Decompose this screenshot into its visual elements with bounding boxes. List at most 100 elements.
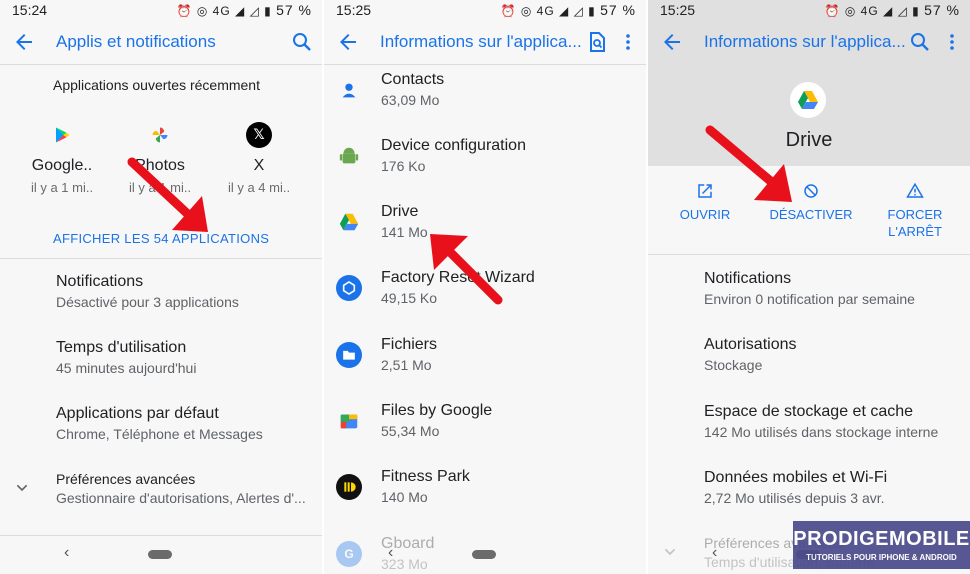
app-size: 63,09 Mo xyxy=(381,92,440,108)
fitness-park-icon xyxy=(336,474,362,500)
app-bar: Applis et notifications xyxy=(0,22,322,62)
page-title: Informations sur l'applica... xyxy=(380,32,582,51)
status-bar: 15:25 ⏰ ◎ 4G ◢ ◿ ▮ 57 % xyxy=(648,0,970,22)
app-name: Files by Google xyxy=(381,402,493,419)
open-external-icon xyxy=(662,180,748,202)
back-arrow-icon[interactable] xyxy=(12,30,36,54)
app-name: Drive xyxy=(381,203,419,220)
status-time: 15:25 xyxy=(336,2,372,18)
setting-permissions[interactable]: Autorisations Stockage xyxy=(704,336,960,373)
nav-bar: ‹ xyxy=(324,536,646,574)
search-icon[interactable] xyxy=(290,30,314,54)
nav-back-icon[interactable]: ‹ xyxy=(64,544,69,562)
setting-storage-cache[interactable]: Espace de stockage et cache 142 Mo utili… xyxy=(704,403,960,440)
disable-button[interactable]: DÉSACTIVER xyxy=(768,180,854,223)
nav-back-icon[interactable]: ‹ xyxy=(388,544,393,562)
action-label: DÉSACTIVER xyxy=(769,207,853,222)
app-name: Device configuration xyxy=(381,137,526,154)
app-size: 49,15 Ko xyxy=(381,290,438,306)
contacts-icon xyxy=(336,77,362,103)
app-item-drive[interactable]: Drive 141 Mo xyxy=(324,203,646,269)
setting-title: Données mobiles et Wi-Fi xyxy=(704,469,888,486)
setting-title: Notifications xyxy=(704,270,792,287)
watermark-brand: PRODIGEMOBILE xyxy=(793,528,970,550)
disable-icon xyxy=(768,180,854,202)
app-size: 176 Ko xyxy=(381,158,426,174)
google-drive-icon xyxy=(336,209,362,235)
more-options-icon[interactable] xyxy=(616,30,640,54)
warning-icon xyxy=(872,180,958,202)
nav-home-pill[interactable] xyxy=(148,550,172,559)
recent-app-time: il y a 1 mi.. xyxy=(30,180,94,195)
setting-title: Temps d'utilisation xyxy=(56,339,187,356)
setting-subtitle: Environ 0 notification par semaine xyxy=(704,291,915,307)
setting-advanced[interactable]: Préférences avancées Gestionnaire d'auto… xyxy=(56,471,312,506)
app-size: 55,34 Mo xyxy=(381,423,440,439)
setting-notifications[interactable]: Notifications Environ 0 notification par… xyxy=(704,270,960,307)
recent-app-photos[interactable]: Photos il y a 1 mi.. xyxy=(112,122,208,195)
app-name: Contacts xyxy=(381,71,445,88)
app-name: Fitness Park xyxy=(381,468,470,485)
app-size: 2,51 Mo xyxy=(381,357,432,373)
setting-title: Notifications xyxy=(56,273,144,290)
setting-subtitle: Désactivé pour 3 applications xyxy=(56,294,239,310)
setting-title: Préférences avancées xyxy=(56,471,196,487)
back-arrow-icon[interactable] xyxy=(336,30,360,54)
setting-subtitle: 45 minutes aujourd'hui xyxy=(56,360,197,376)
setting-default-apps[interactable]: Applications par défaut Chrome, Téléphon… xyxy=(56,405,312,442)
screen-app-info-drive: 15:25 ⏰ ◎ 4G ◢ ◿ ▮ 57 % Informations sur… xyxy=(648,0,970,574)
folder-icon xyxy=(336,342,362,368)
page-title: Informations sur l'applica... xyxy=(704,32,906,51)
show-all-apps-button[interactable]: AFFICHER LES 54 APPLICATIONS xyxy=(53,231,269,246)
status-icons: ⏰ ◎ 4G ◢ ◿ ▮ 57 % xyxy=(500,2,636,18)
battery-percent: 57 % xyxy=(924,2,960,18)
status-time: 15:24 xyxy=(12,2,48,18)
force-stop-button[interactable]: FORCER L'ARRÊT xyxy=(872,180,958,240)
setting-title: Autorisations xyxy=(704,336,797,353)
setting-subtitle: Stockage xyxy=(704,357,763,373)
nav-home-pill[interactable] xyxy=(472,550,496,559)
app-item-device-configuration[interactable]: Device configuration 176 Ko xyxy=(324,137,646,203)
files-by-google-icon xyxy=(336,408,362,434)
search-icon[interactable] xyxy=(908,30,932,54)
google-play-icon xyxy=(49,122,75,148)
setting-title: Applications par défaut xyxy=(56,405,219,422)
status-icons: ⏰ ◎ 4G ◢ ◿ ▮ 57 % xyxy=(824,2,960,18)
setting-notifications[interactable]: Notifications Désactivé pour 3 applicati… xyxy=(56,273,312,310)
app-item-factory-reset-wizard[interactable]: Factory Reset Wizard 49,15 Ko xyxy=(324,269,646,335)
battery-percent: 57 % xyxy=(276,2,312,18)
status-icons: ⏰ ◎ 4G ◢ ◿ ▮ 57 % xyxy=(176,2,312,18)
x-icon: 𝕏 xyxy=(246,122,272,148)
page-title: Applis et notifications xyxy=(56,32,216,51)
setting-subtitle: 2,72 Mo utilisés depuis 3 avr. xyxy=(704,490,885,506)
google-photos-icon xyxy=(147,122,173,148)
setting-subtitle: 142 Mo utilisés dans stockage interne xyxy=(704,424,939,440)
search-document-icon[interactable] xyxy=(585,30,609,54)
recent-app-google-play[interactable]: Google.. il y a 1 mi.. xyxy=(14,122,110,195)
screen-apps-notifications: 15:24 ⏰ ◎ 4G ◢ ◿ ▮ 57 % Applis et notifi… xyxy=(0,0,322,574)
recent-apps-title: Applications ouvertes récemment xyxy=(53,77,260,93)
recent-app-time: il y a 4 mi.. xyxy=(227,180,291,195)
chevron-down-icon[interactable] xyxy=(14,480,30,496)
action-label: FORCER L'ARRÊT xyxy=(887,207,943,239)
open-button[interactable]: OUVRIR xyxy=(662,180,748,223)
divider xyxy=(0,64,322,65)
watermark-logo: PRODIGEMOBILE TUTORIELS POUR IPHONE & AN… xyxy=(793,521,970,569)
nav-back-icon[interactable]: ‹ xyxy=(712,544,717,562)
app-item-fichiers[interactable]: Fichiers 2,51 Mo xyxy=(324,336,646,402)
setting-mobile-data-wifi[interactable]: Données mobiles et Wi-Fi 2,72 Mo utilisé… xyxy=(704,469,960,506)
more-options-icon[interactable] xyxy=(940,30,964,54)
app-item-files-by-google[interactable]: Files by Google 55,34 Mo xyxy=(324,402,646,468)
recent-app-x[interactable]: 𝕏 X il y a 4 mi.. xyxy=(211,122,307,195)
back-arrow-icon[interactable] xyxy=(660,30,684,54)
factory-reset-icon xyxy=(336,275,362,301)
app-item-fitness-park[interactable]: Fitness Park 140 Mo xyxy=(324,468,646,534)
action-label: OUVRIR xyxy=(679,207,731,222)
app-item-contacts[interactable]: Contacts 63,09 Mo xyxy=(324,71,646,137)
nav-bar: ‹ xyxy=(0,536,322,574)
recent-app-name: X xyxy=(253,157,265,174)
status-time: 15:25 xyxy=(660,2,696,18)
setting-subtitle: Gestionnaire d'autorisations, Alertes d'… xyxy=(56,490,306,506)
google-drive-icon xyxy=(790,82,826,118)
setting-screen-time[interactable]: Temps d'utilisation 45 minutes aujourd'h… xyxy=(56,339,312,376)
